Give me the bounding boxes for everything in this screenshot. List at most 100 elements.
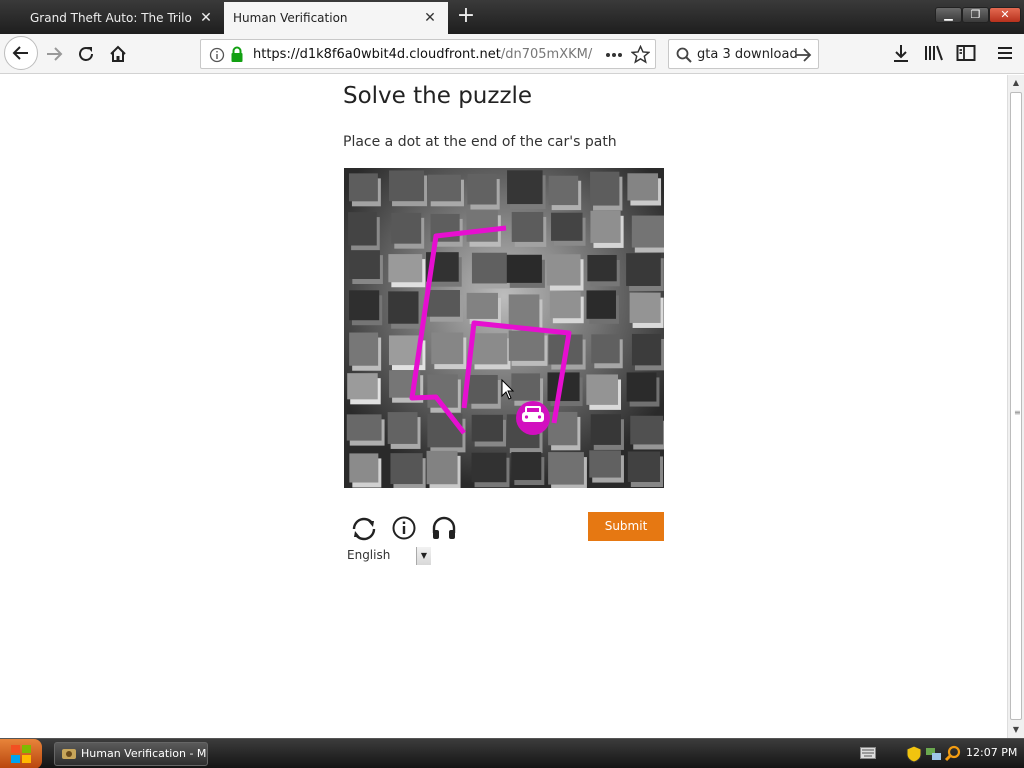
start-button[interactable] (0, 739, 42, 768)
maze-block (427, 413, 463, 448)
audio-headphones-icon[interactable] (431, 515, 457, 541)
maze-block (346, 414, 382, 441)
maze-block (349, 332, 379, 366)
maze-block (471, 333, 508, 365)
maze-block (631, 333, 662, 366)
maze-block (390, 453, 423, 485)
home-icon (110, 45, 126, 62)
maze-block (431, 332, 464, 365)
refresh-icon[interactable] (350, 515, 378, 543)
home-button[interactable] (102, 38, 134, 70)
shield-icon[interactable] (906, 745, 922, 763)
maze-block (631, 215, 667, 248)
url-host: https://d1k8f6a0wbit4d.cloudfront.net (253, 47, 501, 62)
network-icon[interactable] (925, 745, 943, 763)
maze-block (388, 254, 423, 283)
search-input[interactable]: gta 3 download (697, 47, 798, 62)
maze-block (471, 414, 503, 442)
library-icon[interactable] (924, 44, 944, 62)
grip-icon: ≡ (1014, 408, 1021, 417)
url-text[interactable]: https://d1k8f6a0wbit4d.cloudfront.net/dn… (253, 47, 593, 62)
maze-block (466, 292, 498, 319)
scroll-up-arrow-icon[interactable]: ▲ (1008, 75, 1024, 91)
maze-block (389, 170, 425, 202)
maze-block (511, 452, 542, 481)
maze-block (388, 291, 419, 324)
window-close-button[interactable]: ✕ (989, 7, 1021, 23)
puzzle-image[interactable] (344, 168, 670, 490)
info-icon[interactable] (391, 515, 417, 541)
browser-app-icon (62, 749, 76, 759)
maze-block (467, 174, 497, 205)
search-bar[interactable]: gta 3 download (668, 39, 819, 69)
info-icon[interactable] (209, 47, 225, 63)
url-bar[interactable]: https://d1k8f6a0wbit4d.cloudfront.net/dn… (200, 39, 656, 69)
maze-block (507, 170, 543, 205)
maze-block (590, 210, 621, 243)
tab-title: Grand Theft Auto: The Trilogy – T (30, 11, 192, 25)
maze-block (508, 330, 545, 361)
forward-button[interactable] (38, 38, 70, 70)
go-arrow-icon[interactable] (795, 47, 812, 63)
page-actions-icon[interactable] (605, 52, 623, 58)
bookmark-star-icon[interactable] (631, 45, 650, 64)
maze-block (551, 212, 583, 241)
sidebar-icon[interactable] (956, 44, 976, 62)
tab-close-icon[interactable]: ✕ (422, 10, 438, 26)
maze-block (626, 253, 661, 286)
maze-block (387, 412, 418, 444)
maze-block (426, 450, 458, 485)
maze-block (349, 453, 379, 483)
maze-block (348, 173, 378, 202)
search-icon[interactable] (944, 745, 962, 763)
maze-block (348, 290, 380, 321)
taskbar-item-human-verification[interactable]: Human Verification - M... (54, 742, 208, 766)
maze-block (589, 450, 621, 478)
maze-block (591, 334, 620, 364)
tab-title: Human Verification (233, 11, 348, 25)
maze-block (427, 174, 461, 202)
tab-close-icon[interactable]: ✕ (198, 10, 214, 26)
download-icon[interactable] (892, 44, 910, 64)
puzzle-canvas[interactable] (344, 168, 670, 490)
maze-block (627, 173, 659, 201)
submit-button[interactable]: Submit (588, 512, 664, 541)
lock-icon[interactable] (230, 46, 244, 63)
maze-block (590, 414, 621, 445)
navigation-toolbar: https://d1k8f6a0wbit4d.cloudfront.net/dn… (0, 34, 1024, 74)
windows-logo-icon (11, 745, 31, 763)
scroll-down-arrow-icon[interactable]: ▼ (1008, 722, 1024, 738)
clock: 12:07 PM (966, 746, 1018, 759)
maze-block (587, 254, 617, 282)
maze-block (511, 211, 544, 242)
back-button[interactable] (4, 36, 38, 70)
window-minimize-button[interactable]: ▁ (935, 7, 962, 23)
maze-block (548, 452, 584, 485)
language-value: English (347, 548, 391, 562)
maze-block (629, 292, 661, 323)
menu-icon[interactable] (996, 45, 1014, 61)
window-maximize-button[interactable]: ❐ (962, 7, 989, 23)
maze-block (471, 452, 507, 483)
maze-block (586, 290, 616, 319)
new-tab-button[interactable]: + (452, 4, 480, 30)
page-scrollbar[interactable]: ▲ ≡ ▼ (1007, 75, 1024, 738)
maze-block (468, 374, 498, 404)
tab-gta-trilogy[interactable]: Grand Theft Auto: The Trilogy – T ✕ (0, 2, 224, 34)
search-icon (676, 47, 692, 63)
maze-block (626, 372, 657, 402)
scroll-thumb[interactable]: ≡ (1010, 92, 1022, 720)
maze-block (471, 252, 507, 284)
chevron-down-icon[interactable]: ▼ (416, 547, 431, 565)
reload-button[interactable] (70, 38, 102, 70)
keyboard-icon[interactable] (860, 747, 876, 759)
taskbar-item-label: Human Verification - M... (81, 747, 208, 760)
car-marker (516, 401, 550, 435)
puzzle-title: Solve the puzzle (343, 83, 533, 109)
maze-block (511, 373, 541, 401)
tab-human-verification[interactable]: Human Verification ✕ (224, 2, 448, 34)
language-select[interactable]: English ▼ (343, 545, 433, 565)
maze-block (347, 373, 378, 400)
maze-block (630, 415, 664, 445)
url-path: /dn705mXKM/34 (500, 47, 593, 62)
